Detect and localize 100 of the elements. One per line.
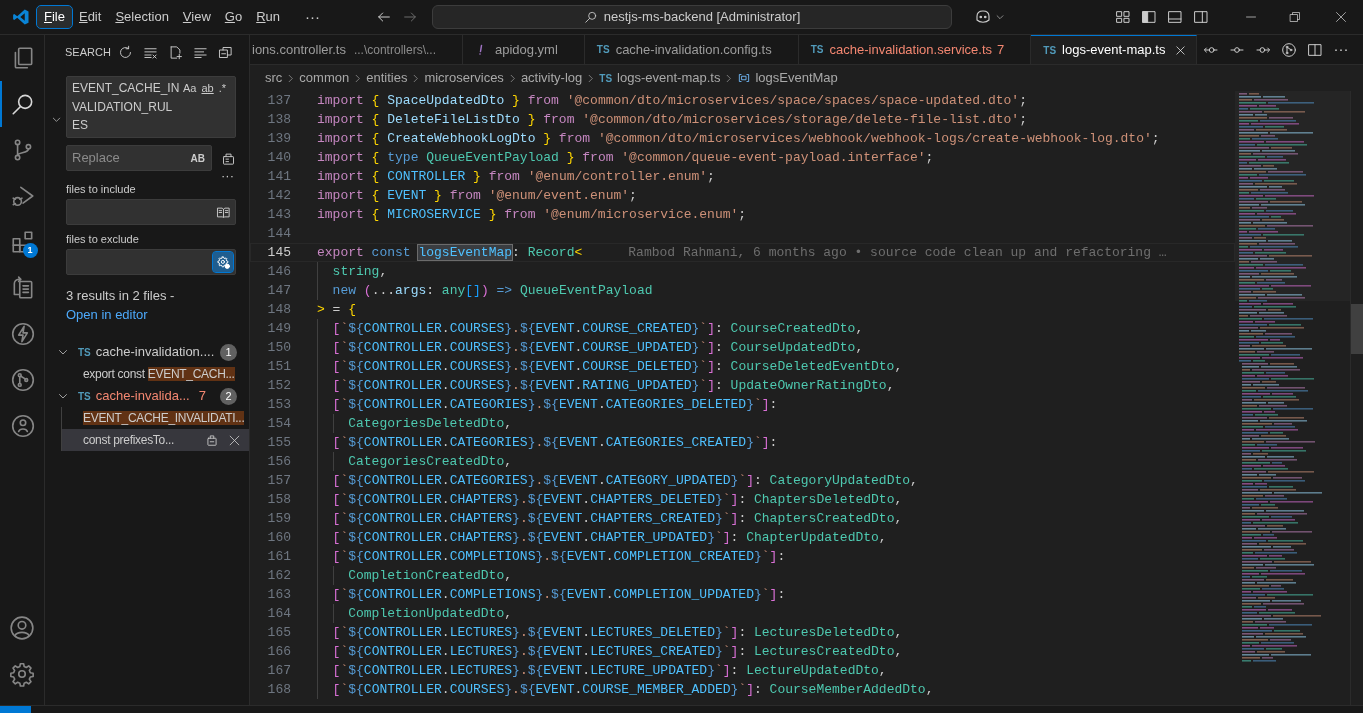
panel-title: SEARCH — [65, 45, 111, 61]
line-number: 138 — [266, 111, 291, 129]
refresh-icon[interactable] — [117, 45, 133, 60]
code-line: [`${CONTROLLER.CATEGORIES}.${EVENT.CATEGORIES_CREATED}`]: — [332, 434, 778, 452]
match-case-toggle[interactable]: Aa — [181, 79, 199, 97]
problem-count: 7 — [198, 387, 206, 406]
panel-icon[interactable] — [1167, 9, 1183, 25]
breadcrumb-item[interactable]: common — [299, 68, 350, 88]
whole-word-toggle[interactable]: ab — [199, 79, 216, 97]
code-line: import { EVENT } from '@enum/event.enum'; — [317, 187, 637, 205]
code-line: [`${CONTROLLER.CHAPTERS}.${EVENT.CHAPTERS_DELETED}`]: ChaptersDeletedDto, — [332, 491, 903, 509]
search-field[interactable]: EVENT_CACHE_INVALIDATION_RULES Aa ab .* — [66, 76, 236, 138]
search-match-row[interactable]: export const EVENT_CACH... — [45, 363, 249, 385]
menu-item[interactable]: File — [37, 6, 72, 28]
code-line: import { SpaceUpdatedDto } from '@common/dto/microservices/space/spaces/space-updated.dto'; — [317, 92, 1027, 110]
dismiss-icon[interactable] — [228, 433, 241, 447]
blame-annotation: Rambod Rahmani, 6 months ago • source code clean up and refactoring … — [628, 244, 1167, 262]
exclude-field[interactable] — [66, 249, 236, 275]
breadcrumb-item[interactable]: entities — [366, 68, 408, 88]
line-number: 163 — [266, 586, 291, 604]
menu-item[interactable]: Go — [217, 6, 250, 28]
account-icon[interactable] — [9, 615, 35, 641]
breadcrumb-item[interactable]: src — [265, 68, 283, 88]
secondary-sidebar-icon[interactable] — [1193, 9, 1209, 25]
editor-tab[interactable]: TS logs-event-map.ts — [1031, 35, 1198, 64]
line-number: 152 — [266, 377, 291, 395]
menu-item[interactable]: Edit — [71, 6, 109, 28]
code-line: new (...args: any[]) => QueueEventPayload — [332, 282, 653, 300]
code-line: [`${CONTROLLER.CATEGORIES}.${EVENT.CATEGORY_UPDATED}`]: CategoryUpdatedDto, — [332, 472, 918, 490]
problem-count: 7 — [997, 40, 1005, 59]
close-icon[interactable] — [1335, 11, 1347, 23]
code-line: [`${CONTROLLER.COURSES}.${EVENT.RATING_UPDATED}`]: UpdateOwnerRatingDto, — [332, 377, 895, 395]
editor-tab[interactable]: ions.controller.ts ...\controllers\... — [250, 35, 463, 64]
ts-file-icon: TS — [1043, 42, 1057, 58]
ts-file-icon: TS — [78, 344, 91, 360]
line-number: 146 — [266, 263, 291, 281]
code-line: [`${CONTROLLER.CHAPTERS}.${EVENT.CHAPTERS_CREATED}`]: ChaptersCreatedDto, — [332, 510, 903, 528]
code-line: import { MICROSERVICE } from '@enum/microservice.enum'; — [317, 206, 747, 224]
menu-item[interactable]: Selection — [108, 6, 176, 28]
replace-field[interactable]: Replace AB — [66, 145, 212, 171]
code-line: [`${CONTROLLER.LECTURES}.${EVENT.LECTURES_CREATED}`]: LecturesCreatedDto, — [332, 643, 903, 661]
line-number: 150 — [266, 339, 291, 357]
line-number: 140 — [266, 149, 291, 167]
code-line: [`${CONTROLLER.COURSES}.${EVENT.COURSE_UPDATED}`]: CourseUpdatedDto, — [332, 339, 864, 357]
breadcrumb-item[interactable]: microservices — [424, 68, 504, 88]
symbol-variable-icon — [737, 71, 752, 85]
line-number: 155 — [266, 434, 291, 452]
lightning-icon — [10, 321, 36, 347]
ts-file-icon: TS — [78, 388, 91, 404]
split-editor-icon[interactable] — [1307, 41, 1324, 58]
collapse-all-icon[interactable] — [217, 45, 233, 60]
code-line: [`${CONTROLLER.LECTURES}.${EVENT.LECTURE_UPDATED}`]: LectureUpdatedDto, — [332, 662, 887, 680]
notification-badge: 1 — [22, 243, 38, 258]
line-number: 159 — [266, 510, 291, 528]
more-menu-button[interactable]: ··· — [299, 5, 327, 29]
settings-icon[interactable] — [9, 661, 35, 687]
chevron-down-icon[interactable] — [51, 114, 62, 125]
chevron-down-icon[interactable] — [995, 12, 1006, 22]
line-number: 142 — [266, 187, 291, 205]
breadcrumb-item[interactable]: activity-log — [520, 68, 583, 88]
breadcrumb-item[interactable]: logsEventMap — [755, 68, 838, 88]
workspace-title: nestjs-ms-backend [Administrator] — [603, 8, 801, 27]
line-number: 151 — [266, 358, 291, 376]
back-icon[interactable] — [376, 9, 393, 25]
match-count-badge: 2 — [220, 387, 237, 405]
ts-file-icon: TS — [596, 42, 610, 57]
line-number: 147 — [266, 282, 291, 300]
command-center[interactable]: nestjs-ms-backend [Administrator] — [432, 5, 953, 29]
more-actions-button[interactable]: ··· — [1333, 38, 1349, 61]
close-icon[interactable] — [1175, 44, 1187, 56]
code-line: import { type QueueEventPayload } from '@common/queue-event-payload.interface'; — [317, 149, 934, 167]
toggle-details-button[interactable]: ··· — [221, 171, 234, 181]
activity-bar-item[interactable]: 1 — [0, 219, 45, 265]
search-match-row[interactable]: const prefixesTo... — [61, 429, 249, 451]
open-in-editor-link[interactable]: Open in editor — [66, 307, 148, 322]
field-label: files to exclude — [66, 232, 140, 247]
git-lens-icon[interactable] — [1281, 41, 1298, 58]
line-number: 148 — [266, 301, 291, 319]
menu-item[interactable]: Run — [249, 6, 288, 28]
result-file-row[interactable]: TS cache-invalida... 7 2 — [45, 385, 249, 407]
new-search-editor-icon[interactable] — [167, 45, 183, 60]
menu-item[interactable]: View — [175, 6, 218, 28]
line-number: 167 — [266, 662, 291, 680]
layout-icon[interactable] — [1115, 9, 1131, 25]
regex-toggle[interactable]: .* — [216, 79, 229, 97]
breadcrumb-item[interactable]: logs-event-map.ts — [617, 68, 721, 88]
list-view-icon[interactable] — [192, 45, 208, 60]
scrollbar-thumb[interactable] — [1351, 304, 1363, 354]
include-field[interactable] — [66, 199, 236, 225]
code-line: [`${CONTROLLER.CATEGORIES}.${EVENT.CATEGORIES_DELETED}`]: — [332, 396, 778, 414]
code-line: CategoriesCreatedDto, — [348, 453, 513, 471]
line-number: 156 — [266, 453, 291, 471]
clear-results-icon[interactable] — [142, 45, 158, 60]
code-line: import { DeleteFileListDto } from '@common/dto/microservices/storage/delete-file-list.dto'; — [317, 111, 1027, 129]
result-file-row[interactable]: TS cache-invalidation.... 1 — [45, 341, 249, 363]
preserve-case-toggle[interactable]: AB — [188, 150, 207, 166]
code-line: CategoriesDeletedDto, — [348, 415, 513, 433]
restore-icon[interactable] — [1289, 11, 1301, 23]
primary-sidebar-icon[interactable] — [1141, 9, 1157, 25]
code-line: > = { — [317, 301, 357, 319]
